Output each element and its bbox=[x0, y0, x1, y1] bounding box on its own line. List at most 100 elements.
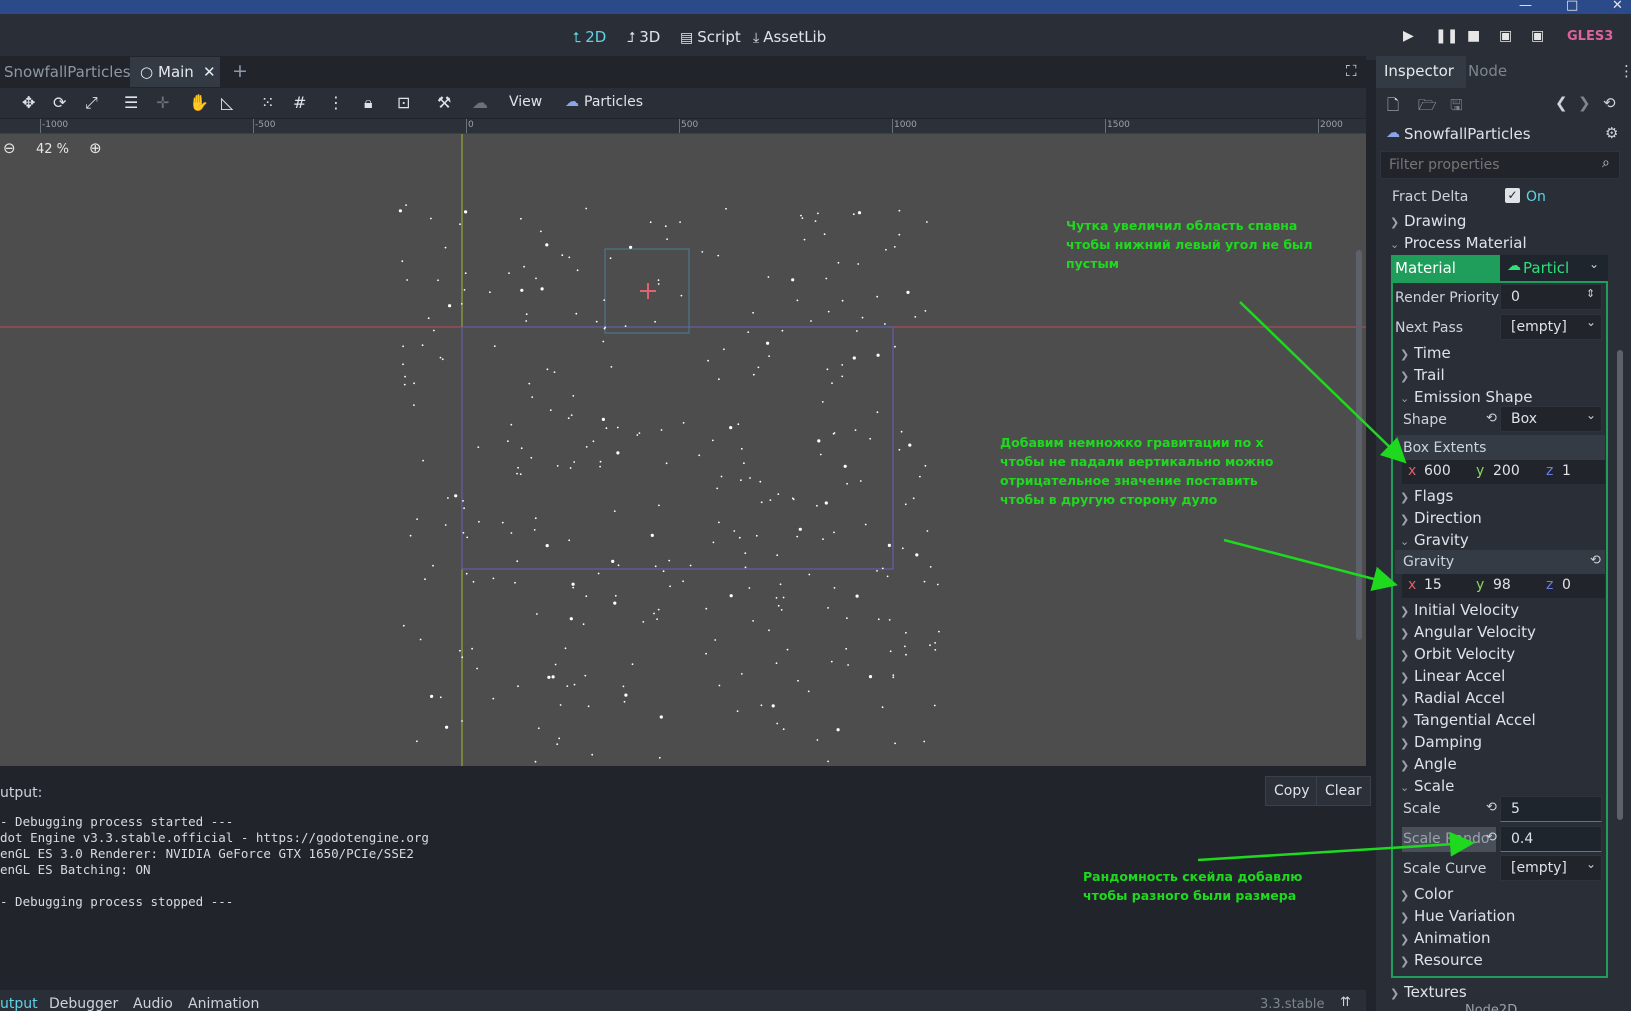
snow-particle bbox=[740, 479, 742, 482]
section-radial-accel[interactable]: ❯ Radial Accel bbox=[1400, 689, 1505, 707]
view-menu[interactable]: View bbox=[509, 94, 542, 110]
revert-icon[interactable]: ⟲ bbox=[1486, 800, 1497, 815]
section-color[interactable]: ❯ Color bbox=[1400, 885, 1453, 903]
tab-inspector[interactable]: Inspector bbox=[1384, 62, 1454, 80]
section-flags[interactable]: ❯ Flags bbox=[1400, 487, 1453, 505]
move-icon[interactable]: ✥ bbox=[22, 93, 35, 112]
tab-node[interactable]: Node bbox=[1468, 62, 1507, 80]
box-extents-vector[interactable]: x 600 y 200 z 1 bbox=[1402, 460, 1605, 484]
history-back-icon[interactable]: ❮ bbox=[1555, 94, 1568, 112]
section-angle[interactable]: ❯ Angle bbox=[1400, 755, 1457, 773]
tab-main[interactable]: Main bbox=[158, 63, 194, 81]
box-extents-y[interactable]: 200 bbox=[1493, 463, 1520, 479]
section-animation[interactable]: ❯ Animation bbox=[1400, 929, 1490, 947]
add-tab-icon[interactable]: + bbox=[232, 60, 248, 82]
section-process-material[interactable]: ⌄ Process Material bbox=[1390, 234, 1527, 252]
tab-animation[interactable]: Animation bbox=[188, 996, 259, 1011]
zoom-out-icon[interactable]: ⊖ bbox=[3, 139, 16, 157]
stop-icon[interactable]: ■ bbox=[1467, 28, 1480, 44]
dock-menu-icon[interactable]: ⋮ bbox=[1619, 62, 1631, 80]
skeleton-icon[interactable]: ☁ bbox=[472, 93, 488, 112]
save-resource-icon[interactable]: 🖫 bbox=[1450, 95, 1463, 120]
section-linear-accel[interactable]: ❯ Linear Accel bbox=[1400, 667, 1505, 685]
history-forward-icon[interactable]: ❯ bbox=[1578, 94, 1591, 112]
gravity-x[interactable]: 15 bbox=[1424, 577, 1442, 593]
section-damping[interactable]: ❯ Damping bbox=[1400, 733, 1482, 751]
revert-icon[interactable]: ⟲ bbox=[1486, 411, 1497, 426]
inspector-scrollbar[interactable] bbox=[1617, 350, 1623, 820]
copy-button[interactable]: Copy bbox=[1265, 776, 1319, 806]
object-history-icon[interactable]: ⟲ bbox=[1603, 94, 1616, 112]
checkbox-checked-icon[interactable]: ✓ bbox=[1505, 188, 1520, 203]
lock-icon[interactable]: 🔒︎ bbox=[364, 93, 373, 113]
clear-button[interactable]: Clear bbox=[1316, 776, 1371, 806]
particles-menu[interactable]: Particles bbox=[584, 94, 643, 110]
section-trail[interactable]: ❯ Trail bbox=[1400, 366, 1445, 384]
ruler-icon[interactable]: ◺ bbox=[221, 93, 233, 112]
snow-particle bbox=[585, 207, 588, 210]
snow-particle bbox=[736, 710, 739, 712]
tab-debugger[interactable]: Debugger bbox=[49, 996, 118, 1011]
section-orbit-velocity[interactable]: ❯ Orbit Velocity bbox=[1400, 645, 1515, 663]
scale-field[interactable]: 5 bbox=[1500, 796, 1602, 822]
open-resource-icon[interactable]: 🗁 bbox=[1418, 95, 1437, 120]
distraction-free-icon[interactable]: ⛶ bbox=[1346, 62, 1357, 80]
renderer-selector[interactable]: GLES3 bbox=[1567, 29, 1613, 44]
revert-icon[interactable]: ⟲ bbox=[1590, 553, 1601, 568]
workspace-3d-button[interactable]: ⮥ 3D bbox=[627, 28, 660, 46]
box-extents-x[interactable]: 600 bbox=[1424, 463, 1451, 479]
workspace-script-button[interactable]: ▤ Script bbox=[680, 28, 741, 46]
scale-icon[interactable]: ⤢ bbox=[85, 93, 98, 113]
section-initial-velocity[interactable]: ❯ Initial Velocity bbox=[1400, 601, 1519, 619]
viewport-scrollbar[interactable] bbox=[1356, 250, 1362, 640]
object-properties-icon[interactable]: ⚙ bbox=[1605, 124, 1618, 142]
scale-random-field[interactable]: 0.4 bbox=[1500, 826, 1602, 852]
section-resource[interactable]: ❯ Resource bbox=[1400, 951, 1483, 969]
play-icon[interactable]: ▶ bbox=[1403, 28, 1414, 44]
section-direction[interactable]: ❯ Direction bbox=[1400, 509, 1482, 527]
more-options-icon[interactable]: ⋮ bbox=[328, 93, 344, 112]
snow-particle bbox=[616, 451, 620, 455]
close-tab-icon[interactable]: ✕ bbox=[203, 63, 216, 81]
smart-snap-icon[interactable]: ⁙ bbox=[261, 93, 274, 112]
new-resource-icon[interactable]: 🗋 bbox=[1387, 95, 1399, 120]
pause-icon[interactable]: ❚❚ bbox=[1435, 28, 1458, 44]
section-scale[interactable]: ⌄ Scale bbox=[1400, 777, 1454, 795]
zoom-level[interactable]: 42 % bbox=[36, 142, 69, 157]
play-scene-icon[interactable]: ▣ bbox=[1499, 28, 1512, 44]
section-hue-variation[interactable]: ❯ Hue Variation bbox=[1400, 907, 1515, 925]
gravity-vector[interactable]: x 15 y 98 z 0 bbox=[1402, 574, 1605, 598]
group-icon[interactable]: ⊡ bbox=[397, 93, 410, 112]
section-gravity[interactable]: ⌄ Gravity bbox=[1400, 531, 1469, 549]
filter-properties-input[interactable] bbox=[1380, 151, 1620, 179]
zoom-in-icon[interactable]: ⊕ bbox=[89, 139, 102, 157]
section-emission-shape[interactable]: ⌄ Emission Shape bbox=[1400, 388, 1532, 406]
revert-icon[interactable]: ⟲ bbox=[1486, 830, 1497, 845]
bone-icon[interactable]: ⚒ bbox=[437, 93, 451, 112]
workspace-assetlib-button[interactable]: ⤓ AssetLib bbox=[753, 28, 826, 46]
pivot-icon[interactable]: ✛ bbox=[156, 93, 169, 112]
close-icon[interactable]: ✕ bbox=[1612, 0, 1623, 13]
section-time[interactable]: ❯ Time bbox=[1400, 344, 1451, 362]
section-textures[interactable]: ❯ Textures bbox=[1390, 983, 1467, 1001]
chevron-down-icon: ⌄ bbox=[1586, 857, 1597, 871]
tab-output[interactable]: utput bbox=[0, 996, 38, 1011]
maximize-icon[interactable]: □ bbox=[1566, 0, 1578, 13]
list-select-icon[interactable]: ☰ bbox=[124, 93, 138, 112]
grid-snap-icon[interactable]: # bbox=[293, 93, 306, 112]
workspace-2d-button[interactable]: ⮤ 2D bbox=[573, 28, 606, 46]
section-drawing[interactable]: ❯ Drawing bbox=[1390, 212, 1466, 230]
tab-audio[interactable]: Audio bbox=[133, 996, 173, 1011]
minimize-icon[interactable]: — bbox=[1519, 0, 1532, 13]
gravity-z[interactable]: 0 bbox=[1562, 577, 1571, 593]
rotate-icon[interactable]: ⟳ bbox=[53, 93, 66, 112]
box-extents-z[interactable]: 1 bbox=[1562, 463, 1571, 479]
section-angular-velocity[interactable]: ❯ Angular Velocity bbox=[1400, 623, 1536, 641]
gravity-y[interactable]: 98 bbox=[1493, 577, 1511, 593]
expand-panel-icon[interactable]: ⇈ bbox=[1340, 995, 1351, 1010]
play-custom-scene-icon[interactable]: ▣ bbox=[1531, 28, 1544, 44]
spinner-icon[interactable]: ⇕ bbox=[1586, 287, 1595, 300]
pan-icon[interactable]: ✋ bbox=[189, 93, 209, 112]
tab-snowfallparticles[interactable]: SnowfallParticles bbox=[4, 63, 131, 81]
section-tangential-accel[interactable]: ❯ Tangential Accel bbox=[1400, 711, 1536, 729]
